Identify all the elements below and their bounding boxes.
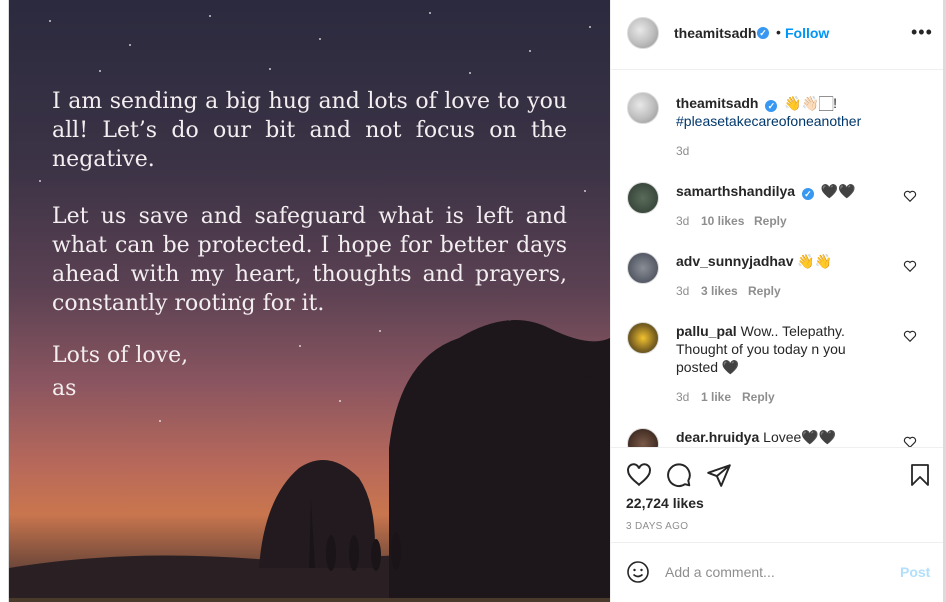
reply-button[interactable]: Reply xyxy=(754,214,787,228)
avatar[interactable] xyxy=(627,428,659,447)
star xyxy=(269,68,271,70)
caption-text: 👋👋🏻🏻! xyxy=(784,95,838,111)
heart-icon[interactable] xyxy=(626,462,652,488)
star xyxy=(39,180,41,182)
star xyxy=(129,44,131,46)
caption: theamitsadh ✓ 👋👋🏻🏻! #pleasetakecareofone… xyxy=(676,94,926,130)
header-username[interactable]: theamitsadh xyxy=(674,25,756,41)
comment-age[interactable]: 3d xyxy=(676,390,689,404)
add-comment-bar: Post xyxy=(611,542,946,602)
comment: dear.hruidya Lovee🖤🖤 xyxy=(676,428,896,446)
star xyxy=(429,12,431,14)
emoji-icon[interactable] xyxy=(626,560,650,584)
thumbnail-strip xyxy=(9,598,610,602)
comment-username[interactable]: samarthshandilya xyxy=(676,183,795,199)
post-image[interactable]: I am sending a big hug and lots of love … xyxy=(9,0,610,598)
comment-age[interactable]: 3d xyxy=(676,284,689,298)
avatar[interactable] xyxy=(627,17,659,49)
avatar[interactable] xyxy=(627,92,659,124)
share-icon[interactable] xyxy=(706,462,732,488)
header-separator: • xyxy=(776,24,781,40)
bookmark-icon[interactable] xyxy=(908,462,932,488)
post-button[interactable]: Post xyxy=(900,564,930,580)
post-text-paragraph-1: I am sending a big hug and lots of love … xyxy=(52,89,567,172)
comment-likes[interactable]: 1 like xyxy=(701,390,731,404)
comment-likes[interactable]: 10 likes xyxy=(701,214,744,228)
star xyxy=(209,15,211,17)
comment-username[interactable]: adv_sunnyjadhav xyxy=(676,253,794,269)
comment: adv_sunnyjadhav 👋👋 xyxy=(676,252,896,270)
verified-badge-icon: ✓ xyxy=(757,27,769,39)
comment-likes[interactable]: 3 likes xyxy=(701,284,738,298)
reply-button[interactable]: Reply xyxy=(742,390,775,404)
avatar[interactable] xyxy=(627,182,659,214)
post-date[interactable]: 3 DAYS AGO xyxy=(626,521,688,532)
reply-button[interactable]: Reply xyxy=(748,284,781,298)
heart-icon[interactable] xyxy=(903,189,917,203)
more-options-icon[interactable]: ••• xyxy=(911,22,933,43)
heart-icon[interactable] xyxy=(903,435,917,447)
verified-badge-icon: ✓ xyxy=(765,100,778,112)
comment-username[interactable]: pallu_pal xyxy=(676,323,737,339)
post-sidebar: theamitsadh ✓ • Follow ••• theamitsadh ✓… xyxy=(610,0,946,602)
comment-age[interactable]: 3d xyxy=(676,214,689,228)
comment-username[interactable]: dear.hruidya xyxy=(676,429,759,445)
comments-list[interactable]: theamitsadh ✓ 👋👋🏻🏻! #pleasetakecareofone… xyxy=(611,70,946,447)
verified-badge-icon: ✓ xyxy=(801,188,814,200)
comment-icon[interactable] xyxy=(666,462,692,488)
star xyxy=(49,20,51,22)
comment: samarthshandilya ✓ 🖤🖤 xyxy=(676,182,896,200)
avatar[interactable] xyxy=(627,252,659,284)
star xyxy=(529,50,531,52)
star xyxy=(469,72,471,74)
follow-button[interactable]: Follow xyxy=(785,25,829,41)
caption-age[interactable]: 3d xyxy=(676,144,689,158)
star xyxy=(589,26,591,28)
caption-username[interactable]: theamitsadh xyxy=(676,95,758,111)
comment-text: 🖤🖤 xyxy=(820,183,856,199)
heart-icon[interactable] xyxy=(903,329,917,343)
star xyxy=(584,190,586,192)
star xyxy=(319,38,321,40)
star xyxy=(99,70,101,72)
likes-count[interactable]: 22,724 likes xyxy=(626,495,704,511)
comment-input[interactable] xyxy=(665,561,885,583)
comment-text: Lovee🖤🖤 xyxy=(763,429,837,445)
page-left-edge xyxy=(0,0,9,602)
heart-icon[interactable] xyxy=(903,259,917,273)
caption-hashtag[interactable]: #pleasetakecareofoneanother xyxy=(676,113,861,129)
post-header: theamitsadh ✓ • Follow ••• xyxy=(611,0,946,70)
comment-text: 👋👋 xyxy=(797,253,833,269)
avatar[interactable] xyxy=(627,322,659,354)
comment: pallu_pal Wow.. Telepathy. Thought of yo… xyxy=(676,322,886,376)
post-actions: 22,724 likes 3 DAYS AGO xyxy=(611,447,946,542)
tree-silhouette xyxy=(9,320,610,598)
